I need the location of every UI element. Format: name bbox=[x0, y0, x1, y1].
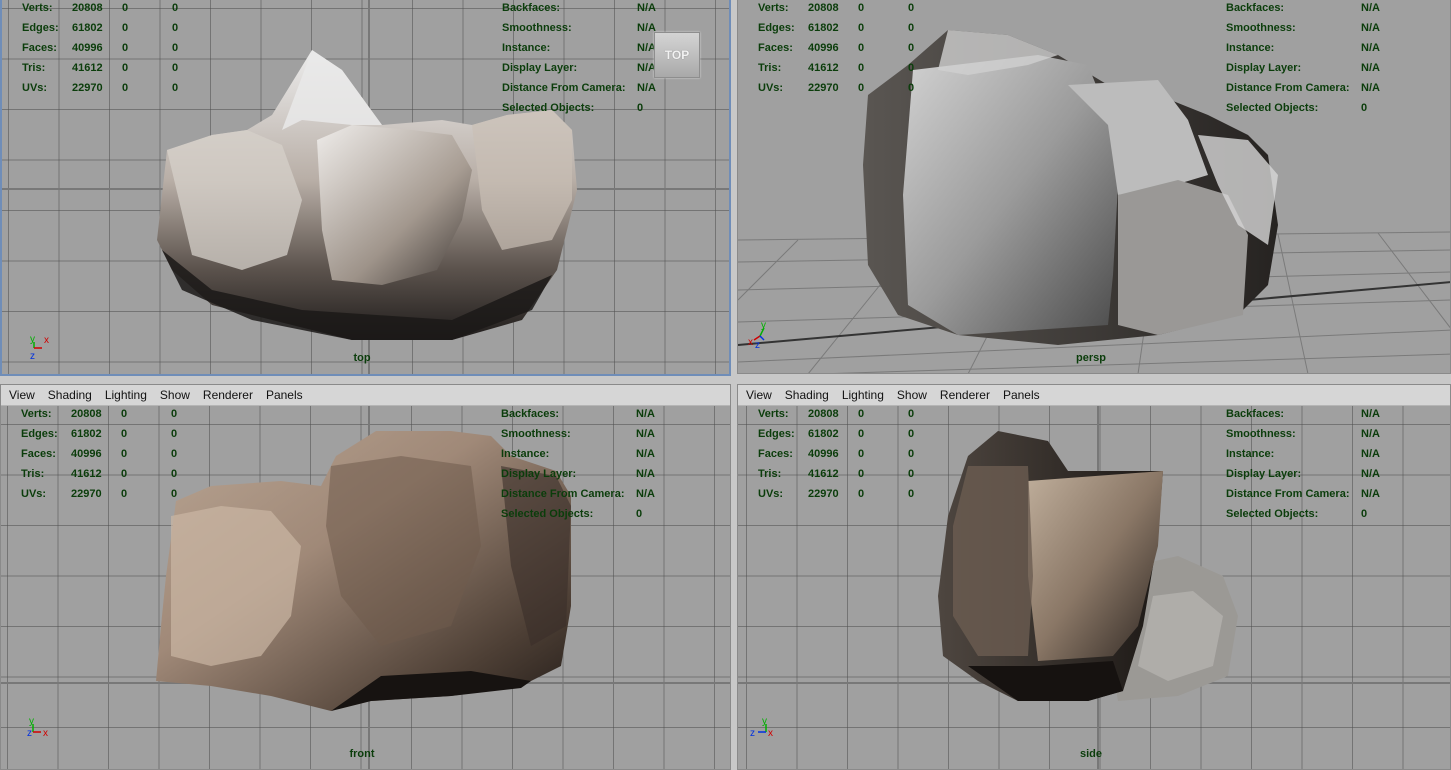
hud-row: Faces: 40996 0 0 bbox=[21, 448, 178, 460]
hud-row: Instance: N/A bbox=[501, 448, 655, 460]
hud-row: Edges: 61802 0 0 bbox=[21, 428, 178, 440]
svg-text:y: y bbox=[30, 334, 35, 345]
hud-row: Verts: 20808 0 0 bbox=[22, 2, 179, 14]
hud-row: Backfaces: N/A bbox=[1226, 2, 1380, 14]
menu-shading[interactable]: Shading bbox=[783, 388, 831, 402]
hud-row: Faces: 40996 0 0 bbox=[758, 448, 915, 460]
hud-row: Smoothness: N/A bbox=[1226, 428, 1380, 440]
axis-gizmo-icon: y x z bbox=[746, 318, 776, 351]
hud-object-details: Backfaces: N/A Smoothness: N/A Instance: N/… bbox=[501, 406, 676, 524]
svg-text:x: x bbox=[44, 335, 49, 346]
menu-shading[interactable]: Shading bbox=[46, 388, 94, 402]
viewport-side[interactable]: View Shading Lighting Show Renderer Pane… bbox=[737, 384, 1451, 770]
rock-model[interactable] bbox=[938, 426, 1248, 706]
panel-menubar: View Shading Lighting Show Renderer Pane… bbox=[1, 385, 730, 406]
menu-renderer[interactable]: Renderer bbox=[201, 388, 255, 402]
hud-row: Display Layer: N/A bbox=[502, 62, 656, 74]
hud-object-details: Backfaces: N/A Smoothness: N/A Instance: N/… bbox=[1226, 406, 1401, 524]
menu-view[interactable]: View bbox=[744, 388, 774, 402]
viewport-persp[interactable]: Verts: 20808 0 0 Edges: 61802 0 0 Faces: 40996 0… bbox=[737, 0, 1451, 374]
hud-row: Selected Objects: 0 bbox=[501, 508, 643, 520]
panel-menubar: View Shading Lighting Show Renderer Pane… bbox=[738, 385, 1450, 406]
camera-label: side bbox=[1079, 748, 1103, 760]
hud-row: Faces: 40996 0 0 bbox=[22, 42, 179, 54]
svg-text:x: x bbox=[748, 337, 753, 348]
hud-poly-stats: Verts: 20808 0 0 Edges: 61802 0 0 Faces: 40996 0… bbox=[758, 0, 948, 98]
viewport-front[interactable]: View Shading Lighting Show Renderer Pane… bbox=[0, 384, 731, 770]
hud-row: Tris: 41612 0 0 bbox=[758, 468, 915, 480]
hud-row: Smoothness: N/A bbox=[502, 22, 656, 34]
svg-text:z: z bbox=[27, 728, 32, 739]
menu-lighting[interactable]: Lighting bbox=[840, 388, 886, 402]
menu-lighting[interactable]: Lighting bbox=[103, 388, 149, 402]
axis-gizmo-icon: y x z bbox=[24, 334, 54, 364]
hud-row: Edges: 61802 0 0 bbox=[758, 428, 915, 440]
hud-row: Selected Objects: 0 bbox=[1226, 102, 1368, 114]
hud-row: Verts: 20808 0 0 bbox=[21, 408, 178, 420]
hud-row: Display Layer: N/A bbox=[1226, 468, 1380, 480]
hud-poly-stats: Verts: 20808 0 0 Edges: 61802 0 0 Faces: 40996 0… bbox=[21, 406, 211, 504]
hud-row: Distance From Camera: N/A bbox=[1226, 488, 1380, 500]
hud-row: Tris: 41612 0 0 bbox=[21, 468, 178, 480]
menu-show[interactable]: Show bbox=[895, 388, 929, 402]
hud-row: Backfaces: N/A bbox=[502, 2, 656, 14]
hud-row: Display Layer: N/A bbox=[501, 468, 655, 480]
viewport-persp-canvas[interactable]: Verts: 20808 0 0 Edges: 61802 0 0 Faces: 40996 0… bbox=[738, 0, 1450, 373]
hud-row: UVs: 22970 0 0 bbox=[758, 488, 915, 500]
svg-text:y: y bbox=[29, 716, 34, 727]
hud-row: Instance: N/A bbox=[502, 42, 656, 54]
hud-row: Smoothness: N/A bbox=[1226, 22, 1380, 34]
hud-row: Instance: N/A bbox=[1226, 448, 1380, 460]
hud-row: Backfaces: N/A bbox=[501, 408, 655, 420]
hud-poly-stats: Verts: 20808 0 0 Edges: 61802 0 0 Faces: 40996 0… bbox=[758, 406, 948, 504]
viewport-side-canvas[interactable]: Verts: 20808 0 0 Edges: 61802 0 0 Faces: 40996 0… bbox=[738, 406, 1450, 769]
svg-text:x: x bbox=[43, 728, 48, 739]
hud-row: UVs: 22970 0 0 bbox=[22, 82, 179, 94]
hud-object-details: Backfaces: N/A Smoothness: N/A Instance: N/… bbox=[502, 0, 677, 118]
viewcube[interactable]: TOP bbox=[654, 32, 700, 78]
hud-row: Edges: 61802 0 0 bbox=[758, 22, 915, 34]
hud-poly-stats: Verts: 20808 0 0 Edges: 61802 0 0 Faces: 40996 0… bbox=[22, 0, 212, 98]
hud-row: Verts: 20808 0 0 bbox=[758, 408, 915, 420]
menu-renderer[interactable]: Renderer bbox=[938, 388, 992, 402]
hud-row: Distance From Camera: N/A bbox=[502, 82, 656, 94]
svg-text:y: y bbox=[762, 716, 767, 727]
viewport-top[interactable]: TOP Verts: 20808 0 0 Edges: 61802 0 0 Faces: 40… bbox=[0, 0, 731, 376]
hud-row: Distance From Camera: N/A bbox=[501, 488, 655, 500]
hud-row: Selected Objects: 0 bbox=[1226, 508, 1368, 520]
svg-text:x: x bbox=[768, 728, 773, 739]
camera-label: top bbox=[353, 352, 371, 364]
viewport-front-canvas[interactable]: Verts: 20808 0 0 Edges: 61802 0 0 Faces: 40996 0… bbox=[1, 406, 730, 769]
hud-row: Instance: N/A bbox=[1226, 42, 1380, 54]
menu-show[interactable]: Show bbox=[158, 388, 192, 402]
camera-label: front bbox=[349, 748, 375, 760]
hud-row: Smoothness: N/A bbox=[501, 428, 655, 440]
hud-row: Backfaces: N/A bbox=[1226, 408, 1380, 420]
menu-panels[interactable]: Panels bbox=[264, 388, 305, 402]
svg-text:z: z bbox=[30, 351, 35, 362]
hud-row: Edges: 61802 0 0 bbox=[22, 22, 179, 34]
hud-row: Selected Objects: 0 bbox=[502, 102, 644, 114]
camera-label: persp bbox=[1076, 352, 1106, 364]
viewport-top-canvas[interactable]: TOP Verts: 20808 0 0 Edges: 61802 0 0 Faces: 40… bbox=[2, 0, 729, 374]
svg-text:y: y bbox=[761, 320, 766, 331]
hud-object-details: Backfaces: N/A Smoothness: N/A Instance: N/… bbox=[1226, 0, 1401, 118]
hud-row: Display Layer: N/A bbox=[1226, 62, 1380, 74]
axis-gizmo-icon: y z x bbox=[746, 714, 776, 744]
hud-row: Verts: 20808 0 0 bbox=[758, 2, 915, 14]
hud-row: UVs: 22970 0 0 bbox=[21, 488, 178, 500]
menu-panels[interactable]: Panels bbox=[1001, 388, 1042, 402]
hud-row: Faces: 40996 0 0 bbox=[758, 42, 915, 54]
hud-row: Tris: 41612 0 0 bbox=[758, 62, 915, 74]
hud-row: Distance From Camera: N/A bbox=[1226, 82, 1380, 94]
hud-row: Tris: 41612 0 0 bbox=[22, 62, 179, 74]
svg-text:z: z bbox=[755, 340, 760, 348]
axis-gizmo-icon: y x z bbox=[23, 714, 53, 744]
svg-text:z: z bbox=[750, 728, 755, 739]
hud-row: UVs: 22970 0 0 bbox=[758, 82, 915, 94]
menu-view[interactable]: View bbox=[7, 388, 37, 402]
